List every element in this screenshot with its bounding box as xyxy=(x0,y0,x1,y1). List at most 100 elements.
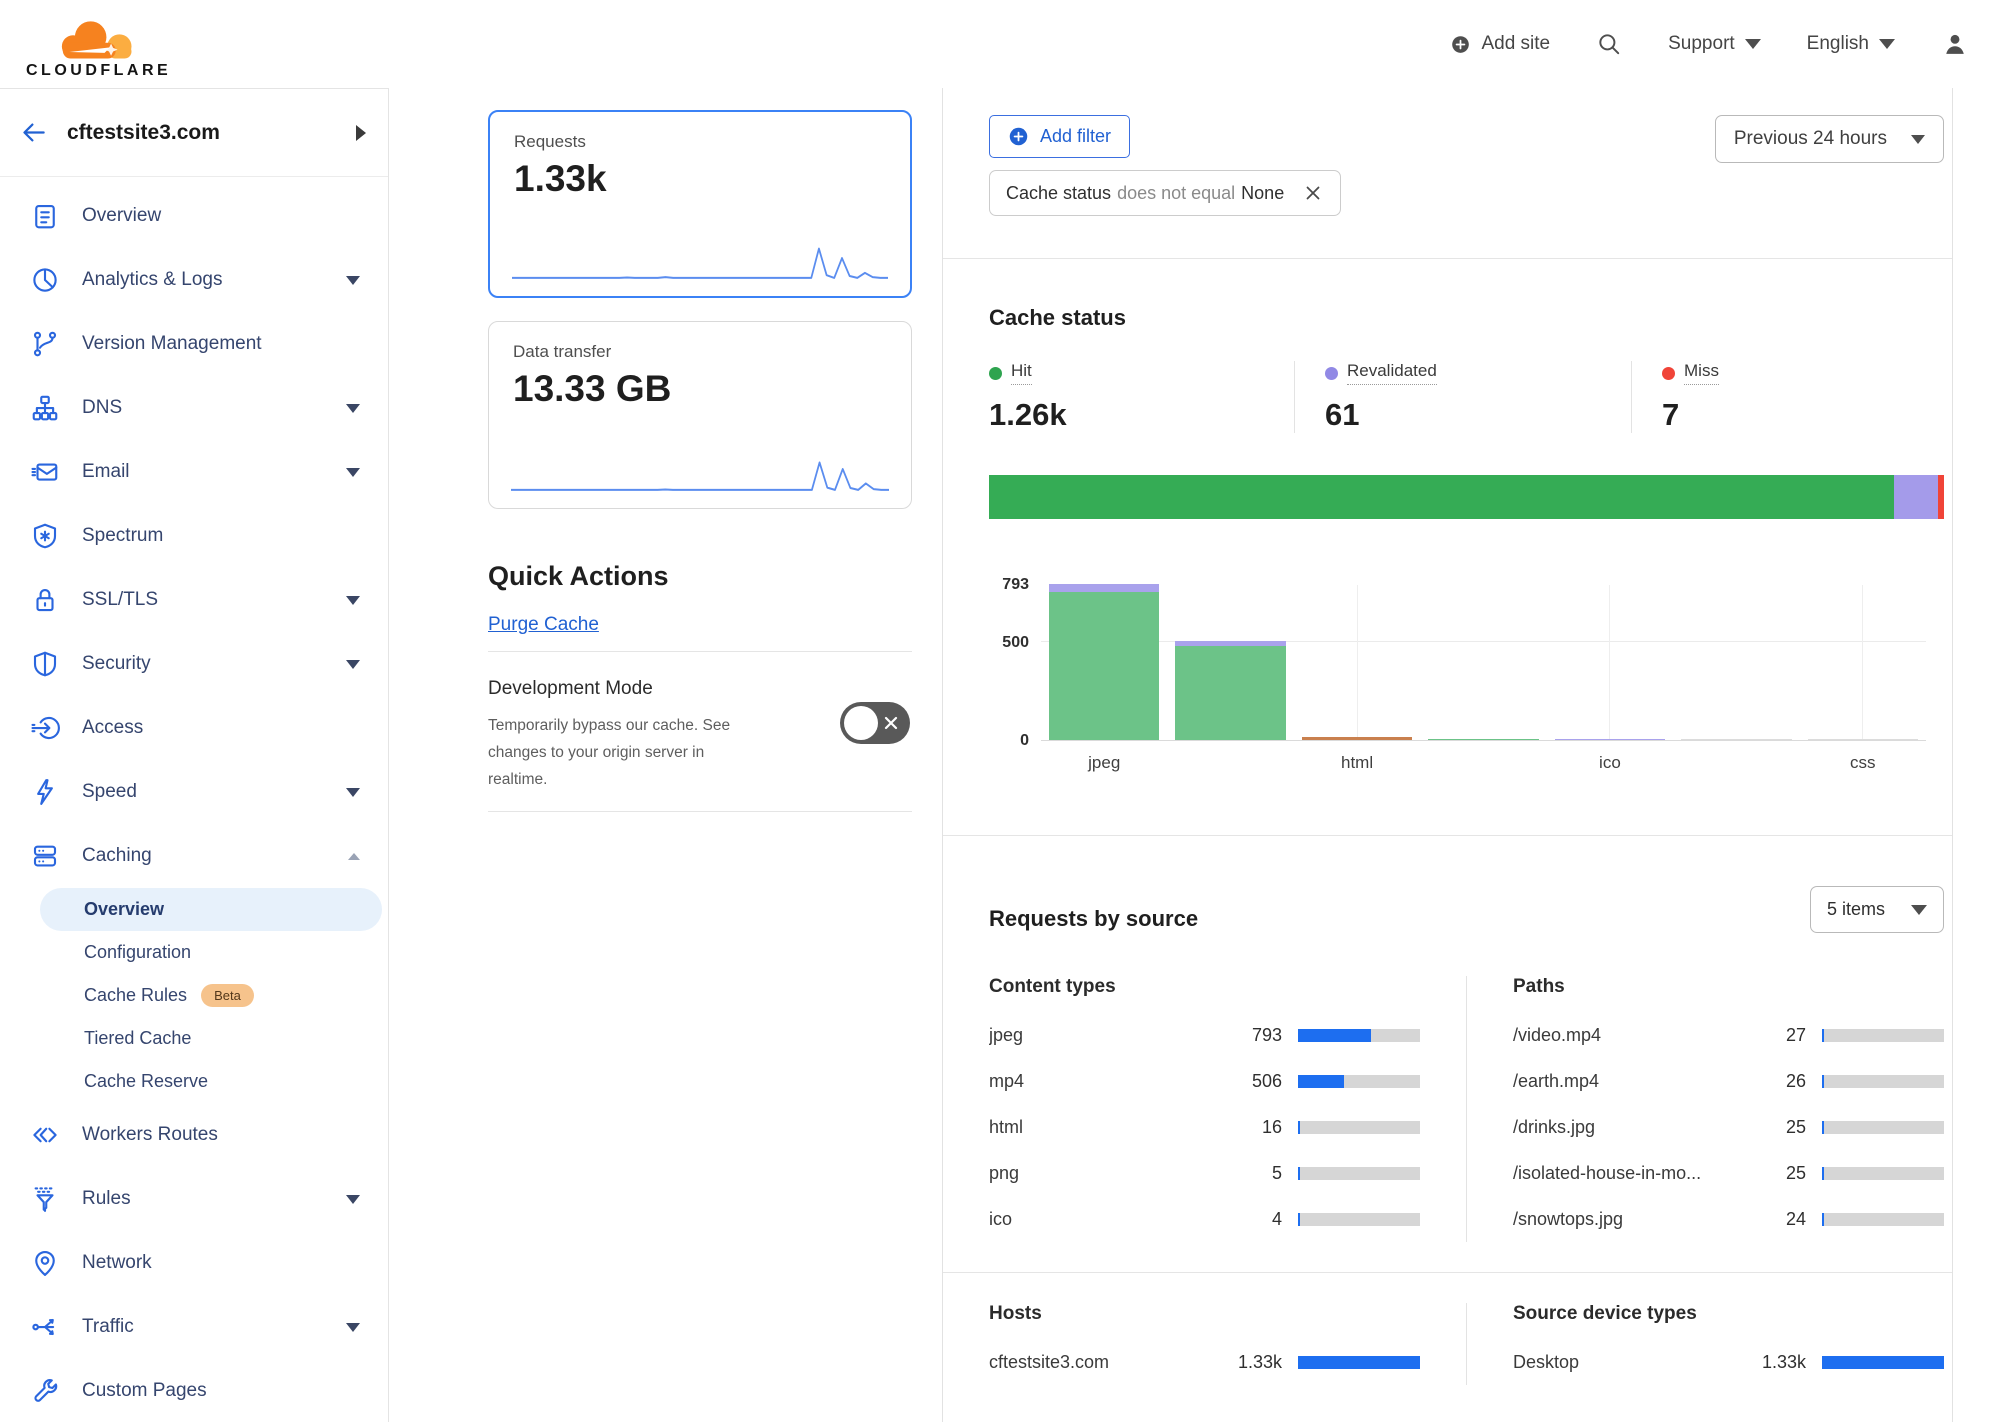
sidebar-item-analytics-logs[interactable]: Analytics & Logs xyxy=(0,248,388,312)
source-panel-title: Paths xyxy=(1513,976,1944,998)
sidebar-item-traffic[interactable]: Traffic xyxy=(0,1295,388,1359)
source-row-value: 24 xyxy=(1756,1209,1806,1230)
language-menu[interactable]: English xyxy=(1807,33,1895,55)
source-row-bar-fill xyxy=(1298,1167,1300,1180)
access-icon xyxy=(30,713,60,743)
sidebar-item-caching[interactable]: Caching xyxy=(0,824,388,888)
stat-label[interactable]: Miss xyxy=(1684,361,1719,385)
sidebar-item-workers-routes[interactable]: Workers Routes xyxy=(0,1103,388,1167)
sidebar-item-ssl-tls[interactable]: SSL/TLS xyxy=(0,568,388,632)
source-row-bar-fill xyxy=(1822,1356,1944,1369)
source-row-bar-fill xyxy=(1822,1029,1824,1042)
chart-bar-css xyxy=(1808,739,1918,740)
sidebar-item-spectrum[interactable]: Spectrum xyxy=(0,504,388,568)
source-row-value: 25 xyxy=(1756,1163,1806,1184)
source-row-bar-track xyxy=(1822,1029,1944,1042)
sidebar-item-speed[interactable]: Speed xyxy=(0,760,388,824)
sidebar-item-overview[interactable]: Overview xyxy=(0,184,388,248)
chevron-down-icon xyxy=(346,1195,360,1204)
cache-status-stats: Hit 1.26kRevalidated61 Miss 7 xyxy=(989,361,1944,433)
source-row-label: cftestsite3.com xyxy=(989,1352,1232,1373)
sidebar-item-custom-pages[interactable]: Custom Pages xyxy=(0,1359,388,1422)
source-row-bar-fill xyxy=(1822,1167,1824,1180)
source-row-label: jpeg xyxy=(989,1025,1232,1046)
x-axis-tick-label: jpeg xyxy=(1088,753,1120,773)
items-count-select[interactable]: 5 items xyxy=(1810,886,1944,933)
filter-chip-operator: does not equal xyxy=(1117,183,1235,204)
stat-label[interactable]: Revalidated xyxy=(1347,361,1437,385)
support-menu[interactable]: Support xyxy=(1668,33,1761,55)
source-row-mp4: mp4506 xyxy=(989,1058,1420,1104)
source-row-bar-fill xyxy=(1298,1213,1300,1226)
sidebar-subitem-cache-reserve[interactable]: Cache Reserve xyxy=(0,1060,388,1103)
sidebar-item-label: Spectrum xyxy=(82,525,360,547)
stat-value: 7 xyxy=(1662,397,1719,433)
add-filter-button[interactable]: Add filter xyxy=(989,115,1130,158)
sidebar-item-dns[interactable]: DNS xyxy=(0,376,388,440)
development-mode-title: Development Mode xyxy=(488,678,912,700)
sidebar-item-security[interactable]: Security xyxy=(0,632,388,696)
metric-card-requests[interactable]: Requests1.33k xyxy=(488,110,912,298)
sparkline-chart xyxy=(512,236,888,282)
search-icon[interactable] xyxy=(1596,31,1622,57)
user-icon[interactable] xyxy=(1941,30,1969,58)
site-header[interactable]: cftestsite3.com xyxy=(0,89,388,177)
source-panel-rows: /video.mp427/earth.mp426/drinks.jpg25/is… xyxy=(1513,1012,1944,1242)
miss-legend-dot-icon xyxy=(1662,367,1675,380)
gridline-vertical xyxy=(1862,585,1863,740)
sidebar-item-email[interactable]: Email xyxy=(0,440,388,504)
language-label: English xyxy=(1807,33,1869,55)
metric-card-data-transfer[interactable]: Data transfer 13.33 GB xyxy=(488,321,912,509)
distribution-segment-hit xyxy=(989,475,1894,519)
cache-status-stat-revalidated: Revalidated61 xyxy=(1294,361,1631,433)
version-management-icon xyxy=(30,329,60,359)
sparkline-chart xyxy=(511,448,889,494)
gridline-vertical xyxy=(1357,585,1358,740)
stat-value: 1.26k xyxy=(989,397,1294,433)
sidebar-item-label: Analytics & Logs xyxy=(82,269,346,291)
chevron-right-icon[interactable] xyxy=(356,125,366,141)
chevron-down-icon xyxy=(1911,135,1925,144)
sidebar-subitem-cache-rules[interactable]: Cache Rules Beta xyxy=(0,974,388,1017)
close-icon[interactable] xyxy=(1302,182,1324,204)
filter-chip-field: Cache status xyxy=(1006,183,1111,204)
source-panel-rows: Desktop1.33k xyxy=(1513,1339,1944,1385)
source-panel-rows: jpeg793mp4506html16png5ico4 xyxy=(989,1012,1420,1242)
source-row-video-mp4: /video.mp427 xyxy=(1513,1012,1944,1058)
sidebar-item-network[interactable]: Network xyxy=(0,1231,388,1295)
source-row-label: /isolated-house-in-mo... xyxy=(1513,1163,1756,1184)
sidebar-subitem-label: Cache Rules xyxy=(84,985,187,1006)
analytics-panel: Add filter Previous 24 hours Cache statu… xyxy=(942,88,1953,1422)
arrow-left-icon[interactable] xyxy=(20,119,47,146)
sidebar-subitem-configuration[interactable]: Configuration xyxy=(0,931,388,974)
sidebar-item-label: Workers Routes xyxy=(82,1124,360,1146)
sidebar-item-access[interactable]: Access xyxy=(0,696,388,760)
time-range-label: Previous 24 hours xyxy=(1734,128,1887,150)
source-row-bar-fill xyxy=(1298,1121,1300,1134)
metric-card-value: 13.33 GB xyxy=(513,368,887,410)
sidebar-subitem-overview[interactable]: Overview xyxy=(40,888,382,931)
source-row-png: png5 xyxy=(989,1150,1420,1196)
sidebar-item-rules[interactable]: Rules xyxy=(0,1167,388,1231)
analytics-icon xyxy=(30,265,60,295)
development-mode-toggle[interactable] xyxy=(840,702,910,744)
chevron-down-icon xyxy=(346,788,360,797)
filter-chip-value: None xyxy=(1241,183,1284,204)
panel-slot-2: Hostscftestsite3.com1.33k xyxy=(989,1303,1466,1385)
beta-badge: Beta xyxy=(201,984,254,1007)
source-row-drinks-jpg: /drinks.jpg25 xyxy=(1513,1104,1944,1150)
y-axis-tick-label: 500 xyxy=(1002,634,1029,652)
add-site-button[interactable]: Add site xyxy=(1450,33,1550,55)
revalidated-legend-dot-icon xyxy=(1325,367,1338,380)
source-row-label: Desktop xyxy=(1513,1352,1756,1373)
filter-chip[interactable]: Cache status does not equal None xyxy=(989,170,1341,216)
purge-cache-link[interactable]: Purge Cache xyxy=(488,614,599,636)
sidebar-item-label: SSL/TLS xyxy=(82,589,346,611)
panel-slot-1: Paths/video.mp427/earth.mp426/drinks.jpg… xyxy=(1466,976,1944,1242)
sidebar-item-version-management[interactable]: Version Management xyxy=(0,312,388,376)
time-range-select[interactable]: Previous 24 hours xyxy=(1715,115,1944,163)
development-mode-description: Temporarily bypass our cache. See change… xyxy=(488,712,750,793)
metric-card-label: Data transfer xyxy=(513,342,887,362)
stat-label[interactable]: Hit xyxy=(1011,361,1032,385)
sidebar-subitem-tiered-cache[interactable]: Tiered Cache xyxy=(0,1017,388,1060)
